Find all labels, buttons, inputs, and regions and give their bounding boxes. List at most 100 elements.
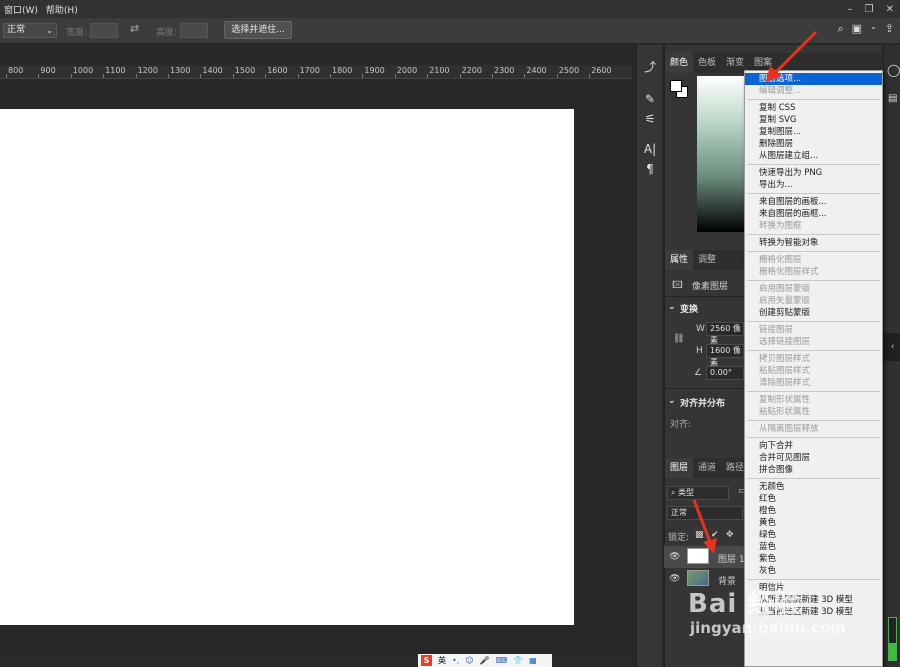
context-menu-item[interactable]: 转换为智能对象	[745, 237, 882, 249]
transform-chevron-icon[interactable]: ⌄	[668, 302, 676, 312]
adjust-icon[interactable]: ⚟	[642, 111, 658, 127]
ruler-tick-label: 1000	[72, 66, 94, 75]
tab-swatches[interactable]: 色板	[693, 53, 721, 73]
ruler-tick-mark	[330, 74, 331, 78]
keyboard-icon[interactable]: ⌨	[496, 656, 508, 665]
context-menu-item[interactable]: 灰色	[745, 565, 882, 577]
ruler-tick-label: 1900	[364, 66, 385, 75]
shirt-icon[interactable]: 👕	[513, 656, 523, 665]
menu-bar: 窗口(W) 帮助(H) – ❐ ✕	[0, 0, 900, 18]
menu-divider	[747, 391, 880, 392]
punctuation-icon[interactable]: •,	[452, 656, 459, 665]
minimize-icon[interactable]: –	[848, 4, 853, 15]
learn-icon[interactable]: ◯	[887, 63, 900, 77]
context-menu-item[interactable]: 从图层建立组...	[745, 150, 882, 162]
ruler-tick-mark	[589, 74, 591, 78]
width-input[interactable]	[90, 23, 118, 38]
tab-adjustments[interactable]: 调整	[693, 250, 721, 270]
align-chevron-icon[interactable]: ⌄	[668, 396, 676, 406]
menu-window[interactable]: 窗口(W)	[0, 3, 42, 16]
options-right-icons: ⌕ ▣ ⌄ ⇪	[838, 22, 895, 36]
menu-divider	[747, 350, 880, 351]
share-icon[interactable]: ⇪	[885, 22, 894, 36]
character-icon[interactable]: A|	[642, 141, 658, 157]
height-input[interactable]	[180, 23, 208, 38]
height-field[interactable]: 1600 像素	[706, 344, 744, 367]
ime-lang[interactable]: 英	[438, 655, 446, 666]
select-and-mask-button[interactable]: 选择并遮住...	[224, 21, 292, 39]
angle-field[interactable]: 0.00°	[706, 366, 744, 380]
context-menu-item: 粘贴图层样式	[759, 366, 811, 376]
close-icon[interactable]: ✕	[886, 4, 894, 15]
search-icon: ⌕	[671, 488, 679, 497]
ruler-tick-mark	[362, 74, 364, 78]
context-menu-item[interactable]: 快速导出为 PNG	[745, 167, 882, 179]
context-menu-item[interactable]: 复制图层...	[745, 126, 882, 138]
context-menu-item[interactable]: 红色	[745, 493, 882, 505]
ime-toolbar: S 英 •, ☺ 🎤 ⌨ 👕 ▦	[418, 654, 552, 667]
image-icon: 🖾	[672, 280, 683, 291]
grid-icon[interactable]: ▦	[529, 656, 537, 665]
context-menu-item[interactable]: 紫色	[745, 553, 882, 565]
context-menu-item[interactable]: 向下合并	[745, 440, 882, 452]
context-menu-item[interactable]: 复制 CSS	[745, 102, 882, 114]
ruler-tick-mark	[297, 74, 299, 78]
ruler-tick-mark	[232, 74, 234, 78]
ruler-tick-label: 900	[40, 66, 56, 75]
context-menu-item[interactable]: 创建剪贴蒙版	[745, 307, 882, 319]
context-menu-item[interactable]: 无颜色	[745, 481, 882, 493]
brush-icon[interactable]: ✎	[642, 91, 658, 107]
context-menu-item[interactable]: 黄色	[745, 517, 882, 529]
tab-channels[interactable]: 通道	[693, 458, 721, 478]
context-menu-item[interactable]: 来自图层的画板...	[745, 196, 882, 208]
menu-divider	[747, 478, 880, 479]
tab-properties[interactable]: 属性	[665, 250, 694, 270]
context-menu-item[interactable]: 绿色	[745, 529, 882, 541]
context-menu-item[interactable]: 导出为...	[745, 179, 882, 191]
emoji-icon[interactable]: ☺	[465, 656, 473, 665]
context-menu-item[interactable]: 复制 SVG	[745, 114, 882, 126]
ruler-tick-mark	[200, 74, 202, 78]
tab-layers[interactable]: 图层	[665, 458, 694, 478]
menu-help[interactable]: 帮助(H)	[42, 3, 82, 16]
context-menu-item[interactable]: 来自图层的画框...	[745, 208, 882, 220]
lock-move-icon[interactable]: ✥	[726, 530, 734, 540]
context-menu-item[interactable]: 蓝色	[745, 541, 882, 553]
context-menu-item[interactable]: 橙色	[745, 505, 882, 517]
transform-heading: 变换	[680, 305, 699, 315]
mode-select[interactable]: 正常 ⌄	[3, 23, 57, 38]
context-menu-item[interactable]: 删除图层	[745, 138, 882, 150]
eye-icon[interactable]: 👁	[669, 574, 680, 584]
tab-color[interactable]: 颜色	[665, 53, 694, 73]
ruler-tick-label: 2500	[558, 66, 580, 75]
pixel-layer-label: 像素图层	[692, 282, 729, 292]
context-menu-item: 启用矢量蒙版	[759, 296, 811, 306]
horizontal-ruler: 800 900 1000 1100 1200 1300 1400 1500 1600 1700 18…	[0, 65, 632, 79]
sogou-logo[interactable]: S	[421, 655, 432, 666]
collapse-icon[interactable]: ‹	[884, 333, 900, 361]
search-icon[interactable]: ⌕	[838, 22, 844, 36]
context-menu-item[interactable]: 拼合图像	[745, 464, 882, 476]
context-menu-item: 转换为图框	[759, 221, 802, 231]
window-controls: – ❐ ✕	[848, 0, 894, 18]
angle-icon: ∠	[694, 368, 703, 378]
workspace-icon[interactable]: ▣	[852, 22, 862, 36]
eye-icon[interactable]: 👁	[669, 552, 680, 562]
context-menu-item[interactable]: 合并可见图层	[745, 452, 882, 464]
swap-icon[interactable]: ⇄	[130, 22, 139, 35]
document-canvas[interactable]	[0, 109, 574, 625]
paragraph-icon[interactable]: ¶	[642, 161, 658, 177]
link-icon[interactable]: ⛓	[673, 334, 684, 344]
ruler-tick-mark	[459, 74, 461, 78]
color-picker-field[interactable]	[697, 76, 745, 232]
ruler-tick-label: 1400	[202, 66, 223, 75]
layer-name[interactable]: 图层 1	[718, 552, 745, 565]
context-menu-item: 链接图层	[759, 325, 794, 335]
width-field[interactable]: 2560 像素	[706, 322, 744, 345]
chevron-down-icon[interactable]: ⌄	[870, 22, 877, 36]
panel-icon[interactable]: ▤	[888, 93, 897, 104]
foreground-color-swatch[interactable]	[670, 80, 682, 92]
history-icon[interactable]: ⤴	[642, 59, 658, 75]
restore-icon[interactable]: ❐	[865, 4, 874, 15]
mic-icon[interactable]: 🎤	[480, 656, 490, 665]
